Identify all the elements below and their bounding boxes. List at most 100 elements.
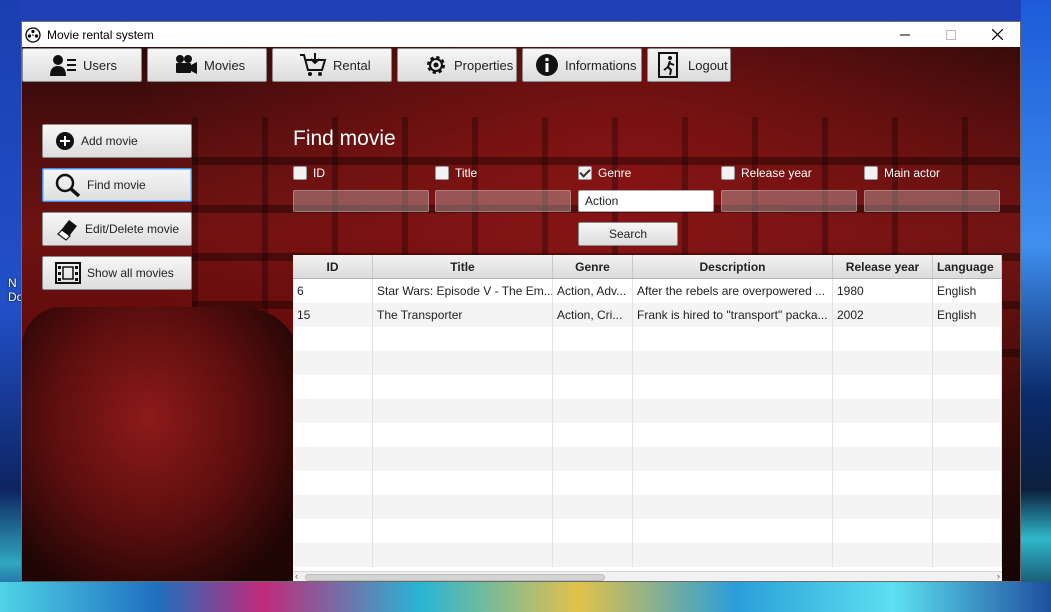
criteria-id-checkbox[interactable]: ID [293, 164, 325, 182]
id-field[interactable] [293, 190, 429, 212]
checkbox-box [864, 166, 878, 180]
criteria-title-label: Title [455, 166, 478, 180]
column-header-title[interactable]: Title [373, 255, 553, 278]
results-table: ID Title Genre Description Release year … [293, 255, 1002, 581]
cell-id: 6 [293, 279, 373, 303]
magnifier-icon [55, 173, 81, 197]
film-reel-icon [25, 26, 41, 43]
table-row-empty [293, 399, 1002, 423]
genre-field[interactable] [578, 190, 714, 212]
find-movie-button[interactable]: Find movie [42, 168, 192, 202]
movie-camera-icon [176, 55, 197, 74]
cell-genre: Action, Cri... [553, 303, 633, 327]
cell-release-year: 2002 [833, 303, 933, 327]
desktop-left-strip [0, 0, 21, 612]
cell-id: 15 [293, 303, 373, 327]
table-row[interactable]: 15 The Transporter Action, Cri... Frank … [293, 303, 1002, 327]
checkbox-box-checked [578, 166, 592, 180]
nav-properties-button[interactable]: Properties [397, 48, 517, 82]
nav-rental-button[interactable]: Rental [272, 48, 392, 82]
scroll-left-icon[interactable]: ‹ [295, 571, 298, 581]
minimize-button[interactable] [882, 22, 928, 47]
table-row-empty [293, 327, 1002, 351]
horizontal-scrollbar[interactable]: ‹ › [293, 571, 1002, 581]
main-actor-field[interactable] [864, 190, 1000, 212]
nav-users-button[interactable]: Users [22, 48, 142, 82]
window-title: Movie rental system [47, 27, 154, 42]
table-row-empty [293, 471, 1002, 495]
checkbox-box [721, 166, 735, 180]
close-button[interactable] [974, 22, 1020, 47]
shopping-cart-icon [300, 53, 327, 76]
cell-language: English [933, 303, 1002, 327]
cinema-seat-foreground [22, 307, 302, 581]
show-all-movies-label: Show all movies [87, 266, 174, 280]
table-row-empty [293, 519, 1002, 543]
show-all-movies-button[interactable]: Show all movies [42, 256, 192, 290]
criteria-release-year-checkbox[interactable]: Release year [721, 164, 812, 182]
criteria-id-label: ID [313, 166, 325, 180]
find-movie-label: Find movie [87, 178, 146, 192]
column-header-id[interactable]: ID [293, 255, 373, 278]
cell-language: English [933, 279, 1002, 303]
scroll-right-icon[interactable]: › [997, 571, 1000, 581]
maximize-button[interactable] [928, 22, 974, 47]
edit-delete-movie-button[interactable]: Edit/Delete movie [42, 212, 192, 246]
checkbox-box [293, 166, 307, 180]
app-window: Movie rental system Users Movies Rental … [21, 21, 1021, 582]
cell-title: Star Wars: Episode V - The Em... [373, 279, 553, 303]
column-header-language[interactable]: Language [933, 255, 1002, 278]
find-movie-heading: Find movie [293, 127, 396, 150]
maximize-icon [946, 29, 956, 40]
gear-icon [427, 56, 445, 74]
table-row[interactable]: 6 Star Wars: Episode V - The Em... Actio… [293, 279, 1002, 303]
column-header-genre[interactable]: Genre [553, 255, 633, 278]
column-header-description[interactable]: Description [633, 255, 833, 278]
scrollbar-thumb[interactable] [305, 574, 605, 581]
table-body: 6 Star Wars: Episode V - The Em... Actio… [293, 279, 1002, 567]
column-header-release-year[interactable]: Release year [833, 255, 933, 278]
table-row-empty [293, 495, 1002, 519]
cell-title: The Transporter [373, 303, 553, 327]
top-navigation: Users Movies Rental Properties Informati… [22, 47, 1020, 85]
criteria-genre-label: Genre [598, 166, 632, 180]
criteria-title-checkbox[interactable]: Title [435, 164, 477, 182]
cell-release-year: 1980 [833, 279, 933, 303]
table-row-empty [293, 375, 1002, 399]
table-row-empty [293, 543, 1002, 567]
title-bar[interactable]: Movie rental system [22, 22, 1020, 47]
table-header: ID Title Genre Description Release year … [293, 255, 1002, 279]
table-row-empty [293, 351, 1002, 375]
nav-movies-button[interactable]: Movies [147, 48, 267, 82]
nav-informations-button[interactable]: Informations [522, 48, 642, 82]
cell-genre: Action, Adv... [553, 279, 633, 303]
nav-properties-label: Properties [454, 57, 514, 73]
users-icon [50, 55, 76, 76]
table-row-empty [293, 447, 1002, 471]
title-field[interactable] [435, 190, 571, 212]
criteria-main-actor-checkbox[interactable]: Main actor [864, 164, 940, 182]
criteria-genre-checkbox[interactable]: Genre [578, 164, 631, 182]
close-icon [991, 29, 1003, 40]
nav-rental-label: Rental [333, 57, 371, 73]
table-row-empty [293, 423, 1002, 447]
desktop-bottom-strip [0, 582, 1051, 612]
nav-users-label: Users [83, 57, 117, 73]
criteria-main-actor-label: Main actor [884, 166, 941, 180]
criteria-release-year-label: Release year [741, 166, 812, 180]
exit-door-icon [658, 52, 678, 78]
nav-movies-label: Movies [204, 57, 246, 73]
checkbox-box [435, 166, 449, 180]
film-strip-icon [55, 262, 81, 284]
edit-delete-movie-label: Edit/Delete movie [85, 222, 180, 236]
nav-informations-label: Informations [565, 57, 637, 73]
add-circle-icon [56, 132, 74, 150]
add-movie-label: Add movie [81, 134, 138, 148]
release-year-field[interactable] [721, 190, 857, 212]
minimize-icon [900, 34, 910, 35]
nav-logout-button[interactable]: Logout [647, 48, 731, 82]
add-movie-button[interactable]: Add movie [42, 124, 192, 158]
search-button[interactable]: Search [578, 222, 678, 246]
cell-description: After the rebels are overpowered ... [633, 279, 833, 303]
info-icon [536, 54, 558, 76]
